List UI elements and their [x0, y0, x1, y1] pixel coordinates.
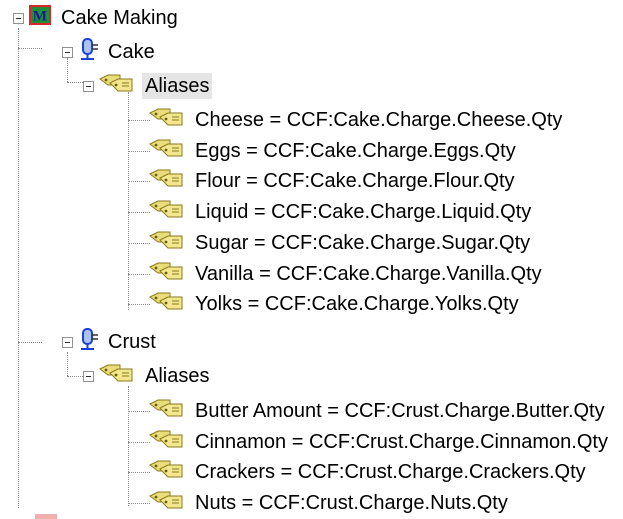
collapse-toggle[interactable]	[83, 370, 94, 382]
collapse-toggle[interactable]	[83, 80, 94, 92]
tree-connector	[128, 472, 150, 473]
alias-label: Cheese = CCF:Cake.Charge.Cheese.Qty	[195, 109, 563, 131]
tree-node-crust[interactable]: Crust	[62, 327, 159, 357]
tree-node-cake[interactable]: Cake	[62, 37, 158, 67]
tree-node-root[interactable]: M Cake Making	[13, 3, 181, 33]
tree-node-alias[interactable]: Cinnamon = CCF:Crust.Charge.Cinnamon.Qty	[148, 427, 611, 457]
tree-node-alias[interactable]: Crackers = CCF:Crust.Charge.Crackers.Qty	[148, 457, 589, 487]
collapse-toggle[interactable]	[62, 336, 73, 348]
cut-off-node-icon	[35, 514, 57, 519]
tag-icon	[148, 291, 186, 317]
tree-node-alias[interactable]: Nuts = CCF:Crust.Charge.Nuts.Qty	[148, 488, 511, 518]
alias-label: Liquid = CCF:Cake.Charge.Liquid.Qty	[195, 201, 532, 223]
alias-label: Butter Amount = CCF:Crust.Charge.Butter.…	[195, 400, 605, 422]
alias-label: Flour = CCF:Cake.Charge.Flour.Qty	[195, 170, 515, 192]
tree-connector	[18, 48, 42, 49]
tree-node-aliases[interactable]: Aliases	[83, 71, 213, 101]
tree-node-aliases[interactable]: Aliases	[83, 361, 212, 391]
tag-icon	[148, 138, 186, 164]
tree-connector	[128, 503, 150, 504]
tree-view[interactable]: M Cake Making Cake Aliases Cheese = CCF:…	[0, 0, 623, 519]
tree-node-alias[interactable]: Vanilla = CCF:Cake.Charge.Vanilla.Qty	[148, 259, 545, 289]
collapse-toggle[interactable]	[62, 46, 73, 58]
alias-label: Nuts = CCF:Crust.Charge.Nuts.Qty	[195, 492, 508, 514]
tag-icon	[148, 230, 186, 256]
alias-label: Yolks = CCF:Cake.Charge.Yolks.Qty	[195, 293, 519, 315]
unit-tank-icon	[77, 327, 99, 357]
tag-icon	[148, 168, 186, 194]
tree-connector	[128, 120, 150, 121]
tree-node-alias[interactable]: Cheese = CCF:Cake.Charge.Cheese.Qty	[148, 105, 565, 135]
tree-node-label: Aliases	[142, 73, 213, 99]
tag-icon	[148, 398, 186, 424]
tree-node-label: Cake Making	[61, 7, 178, 29]
tree-connector	[128, 411, 150, 412]
tag-icon	[148, 199, 186, 225]
svg-text:M: M	[33, 9, 47, 25]
alias-label: Vanilla = CCF:Cake.Charge.Vanilla.Qty	[195, 263, 542, 285]
tree-connector	[128, 442, 150, 443]
alias-label: Cinnamon = CCF:Crust.Charge.Cinnamon.Qty	[195, 431, 608, 453]
recipe-m-icon: M	[28, 4, 52, 32]
tree-connector	[128, 212, 150, 213]
tree-node-alias[interactable]: Eggs = CCF:Cake.Charge.Eggs.Qty	[148, 136, 519, 166]
alias-label: Crackers = CCF:Crust.Charge.Crackers.Qty	[195, 461, 586, 483]
tree-node-label: Cake	[108, 41, 155, 63]
tag-icon	[148, 261, 186, 287]
tree-connector	[128, 386, 129, 506]
tree-connector	[128, 151, 150, 152]
tree-node-alias[interactable]: Flour = CCF:Cake.Charge.Flour.Qty	[148, 166, 518, 196]
tag-icon	[148, 107, 186, 133]
tag-icon	[148, 490, 186, 516]
tree-node-alias[interactable]: Sugar = CCF:Cake.Charge.Sugar.Qty	[148, 228, 533, 258]
tree-node-alias[interactable]: Liquid = CCF:Cake.Charge.Liquid.Qty	[148, 197, 534, 227]
tree-node-alias[interactable]: Butter Amount = CCF:Crust.Charge.Butter.…	[148, 396, 608, 426]
tree-node-label: Crust	[108, 331, 156, 353]
tree-connector	[128, 92, 129, 310]
tree-connector	[18, 342, 42, 343]
tree-connector	[128, 304, 150, 305]
tag-icon	[148, 429, 186, 455]
alias-label: Sugar = CCF:Cake.Charge.Sugar.Qty	[195, 232, 531, 254]
tree-node-alias[interactable]: Yolks = CCF:Cake.Charge.Yolks.Qty	[148, 289, 522, 319]
tree-connector	[128, 181, 150, 182]
tree-connector	[128, 243, 150, 244]
alias-label: Eggs = CCF:Cake.Charge.Eggs.Qty	[195, 140, 516, 162]
tag-icon	[98, 73, 136, 99]
tag-icon	[148, 459, 186, 485]
tag-icon	[98, 363, 136, 389]
tree-connector	[18, 28, 19, 508]
unit-tank-icon	[77, 37, 99, 67]
collapse-toggle[interactable]	[13, 12, 24, 24]
tree-connector	[128, 274, 150, 275]
tree-node-label: Aliases	[145, 365, 210, 387]
